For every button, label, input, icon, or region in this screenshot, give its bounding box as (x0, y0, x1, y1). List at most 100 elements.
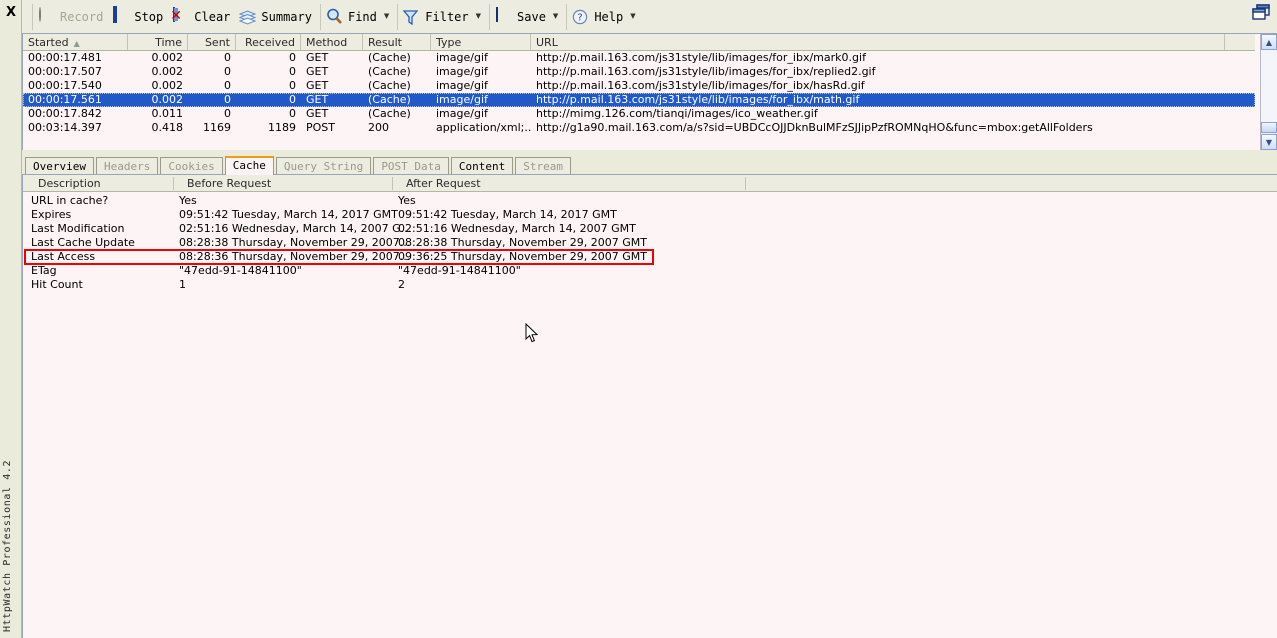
sort-ascending-icon: ▲ (74, 39, 80, 48)
cache-column-header-after-request[interactable]: After Request (399, 175, 481, 191)
table-row[interactable]: 00:00:17.5400.00200GET(Cache)image/gifht… (23, 79, 1255, 93)
cell-received: 0 (236, 79, 301, 93)
tab-headers[interactable]: Headers (96, 157, 158, 175)
cell-url: http://mimg.126.com/tianqi/images/ico_we… (531, 107, 1225, 121)
column-divider[interactable] (173, 177, 174, 190)
table-row[interactable]: 00:00:17.4810.00200GET(Cache)image/gifht… (23, 51, 1255, 65)
request-grid-scrollbar[interactable]: ▲ ▼ (1260, 34, 1277, 150)
cell-received: 0 (236, 65, 301, 79)
restore-window-icon[interactable] (1251, 3, 1273, 23)
scrollbar-thumb[interactable] (1261, 122, 1277, 133)
toolbar-separator (566, 4, 567, 30)
grid-column-header-label: Time (155, 36, 182, 49)
cache-cell-before-request: Yes (179, 194, 197, 208)
clear-icon: ✕ (172, 8, 189, 25)
tab-post-data[interactable]: POST Data (373, 157, 449, 175)
tab-stream[interactable]: Stream (515, 157, 571, 175)
cell-received: 0 (236, 93, 301, 107)
cell-started: 00:00:17.842 (23, 107, 128, 121)
chevron-down-icon[interactable]: ▼ (630, 13, 635, 20)
cache-table-header: Description Before Request After Request (23, 175, 1277, 192)
table-row[interactable]: 00:00:17.8420.01100GET(Cache)image/gifht… (23, 107, 1255, 121)
table-row[interactable]: 00:00:17.5070.00200GET(Cache)image/gifht… (23, 65, 1255, 79)
request-grid-header: Started ▲ Time SentReceivedMethodResultType… (23, 34, 1255, 51)
tab-content[interactable]: Content (451, 157, 513, 175)
cache-cell-description: Expires (31, 208, 71, 222)
table-row[interactable]: 00:00:17.5610.00200GET(Cache)image/gifht… (23, 93, 1255, 107)
cell-sent: 1169 (188, 121, 236, 135)
grid-column-header-time[interactable]: Time (128, 34, 188, 50)
close-icon[interactable]: X (0, 4, 22, 22)
cache-cell-after-request: 09:36:25 Thursday, November 29, 2007 GMT (398, 250, 647, 264)
cell-result: (Cache) (363, 65, 431, 79)
tab-cookies[interactable]: Cookies (160, 157, 222, 175)
cell-time: 0.011 (128, 107, 188, 121)
grid-column-header-sent[interactable]: Sent (188, 34, 236, 50)
chevron-down-icon[interactable]: ▼ (476, 13, 481, 20)
tab-cache[interactable]: Cache (225, 156, 274, 175)
cell-url: http://p.mail.163.com/js31style/lib/imag… (531, 79, 1225, 93)
cell-type: image/gif (431, 93, 531, 107)
cell-time: 0.002 (128, 51, 188, 65)
grid-column-header-label: URL (536, 36, 558, 49)
save-button-label: Save (517, 10, 546, 24)
cell-sent: 0 (188, 93, 236, 107)
cell-sent: 0 (188, 107, 236, 121)
chevron-down-icon[interactable]: ▼ (384, 13, 389, 20)
stop-button[interactable]: Stop (109, 5, 169, 29)
filter-button[interactable]: Filter ▼ (400, 5, 487, 29)
column-divider[interactable] (745, 177, 746, 190)
grid-column-header-received[interactable]: Received (236, 34, 301, 50)
clear-button[interactable]: ✕ Clear (169, 5, 236, 29)
grid-column-header-url[interactable]: URL (531, 34, 1225, 50)
scrollbar-track[interactable] (1261, 50, 1277, 122)
search-icon (326, 8, 343, 25)
cache-cell-before-request: 08:28:36 Thursday, November 29, 2007... (179, 250, 410, 264)
record-button[interactable]: Record (35, 5, 109, 29)
stop-button-label: Stop (134, 10, 163, 24)
cell-result: (Cache) (363, 51, 431, 65)
grid-column-header-label: Started (28, 36, 69, 49)
cell-method: GET (301, 65, 363, 79)
grid-column-header-started[interactable]: Started ▲ (23, 34, 128, 50)
table-row[interactable]: 00:03:14.3970.41811691189POST200applicat… (23, 121, 1255, 135)
svg-text:?: ? (578, 13, 583, 24)
tab-overview[interactable]: Overview (25, 157, 94, 175)
chevron-down-icon[interactable]: ▼ (553, 13, 558, 20)
cache-row[interactable]: Last Access 08:28:36 Thursday, November 2… (23, 250, 1277, 264)
cache-row[interactable]: Hit Count12 (23, 278, 1277, 292)
cache-row[interactable]: Last Cache Update08:28:38 Thursday, Nove… (23, 236, 1277, 250)
scroll-up-button[interactable]: ▲ (1261, 34, 1277, 50)
cache-row[interactable]: ETag"47edd-91-14841100""47edd-91-1484110… (23, 264, 1277, 278)
save-button[interactable]: Save ▼ (492, 5, 564, 29)
cell-received: 1189 (236, 121, 301, 135)
grid-column-header-result[interactable]: Result (363, 34, 431, 50)
cache-row[interactable]: Expires09:51:42 Tuesday, March 14, 2017 … (23, 208, 1277, 222)
cell-result: 200 (363, 121, 431, 135)
column-divider[interactable] (392, 177, 393, 190)
filter-button-label: Filter (425, 10, 468, 24)
find-button[interactable]: Find ▼ (323, 5, 395, 29)
scroll-down-button[interactable]: ▼ (1261, 134, 1277, 150)
cache-cell-description: Last Access (31, 250, 95, 264)
cell-url: http://p.mail.163.com/js31style/lib/imag… (531, 93, 1225, 107)
summary-button[interactable]: Summary (236, 5, 318, 29)
cache-cell-description: URL in cache? (31, 194, 108, 208)
main-toolbar: Record Stop ✕ Clear Summary (22, 0, 1277, 33)
grid-column-header-type[interactable]: Type (431, 34, 531, 50)
help-icon: ? (572, 8, 589, 25)
cell-received: 0 (236, 51, 301, 65)
request-grid-body[interactable]: 00:00:17.4810.00200GET(Cache)image/gifht… (23, 51, 1255, 150)
grid-column-header-method[interactable]: Method (301, 34, 363, 50)
tab-query-string[interactable]: Query String (276, 157, 371, 175)
cache-cell-description: Last Modification (31, 222, 124, 236)
cell-time: 0.002 (128, 65, 188, 79)
cache-column-header-before-request[interactable]: Before Request (180, 175, 271, 191)
stop-icon (112, 8, 129, 25)
cache-column-header-description[interactable]: Description (31, 175, 101, 191)
cache-row[interactable]: URL in cache?YesYes (23, 194, 1277, 208)
cache-panel: Description Before Request After Request U… (22, 174, 1277, 638)
cache-cell-description: Last Cache Update (31, 236, 135, 250)
cache-row[interactable]: Last Modification02:51:16 Wednesday, Mar… (23, 222, 1277, 236)
help-button[interactable]: ? Help ▼ (569, 5, 641, 29)
